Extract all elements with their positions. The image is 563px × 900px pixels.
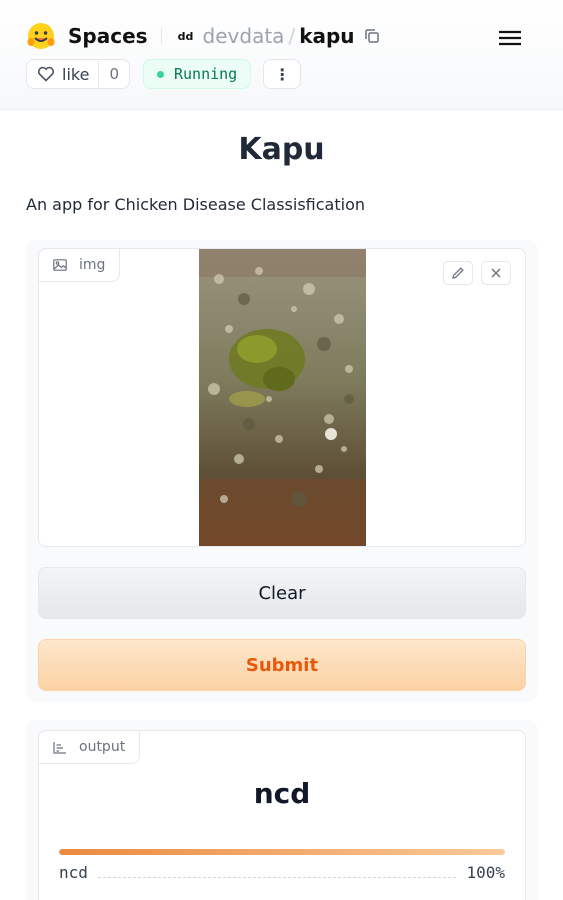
confidence-class-label: ncd [59, 863, 88, 882]
remove-image-button[interactable] [481, 261, 511, 285]
confidence-leader-dots [97, 868, 457, 878]
uploaded-chicken-droppings-image [199, 249, 366, 546]
like-group: like 0 [26, 59, 130, 89]
space-title-row: Spaces dd devdata / kapu [26, 20, 381, 52]
output-label-tag: output [39, 731, 141, 764]
close-icon [491, 268, 501, 278]
heart-icon [37, 66, 55, 82]
output-label-box: output ncd ncd 100% [38, 730, 526, 900]
spaces-link[interactable]: Spaces [68, 24, 148, 48]
org-avatar[interactable]: dd [175, 25, 197, 47]
copy-icon[interactable] [363, 27, 381, 45]
image-input[interactable]: img [38, 248, 526, 547]
like-button[interactable]: like [27, 60, 100, 88]
bar-chart-icon [53, 741, 66, 754]
status-badge[interactable]: Running [142, 59, 252, 89]
clear-button[interactable]: Clear [38, 567, 526, 619]
confidence-row[interactable]: ncd 100% [59, 863, 505, 882]
more-options-button[interactable]: ⋮ [263, 59, 302, 89]
path-separator: / [288, 24, 296, 48]
image-label: img [79, 257, 106, 273]
like-count[interactable]: 0 [99, 60, 129, 88]
space-actions-row: like 0 Running ⋮ [26, 59, 302, 89]
predicted-class: ncd [253, 777, 311, 810]
edit-image-button[interactable] [443, 261, 473, 285]
status-label: Running [173, 65, 238, 83]
image-label-tag: img [39, 249, 121, 282]
repo-link[interactable]: kapu [299, 24, 354, 48]
submit-button[interactable]: Submit [38, 639, 526, 691]
hugging-face-logo-icon[interactable] [26, 21, 56, 51]
owner-link[interactable]: devdata [203, 24, 285, 48]
confidence-bar-fill [59, 849, 505, 855]
confidence-percent: 100% [466, 863, 505, 882]
confidence-bar [59, 849, 505, 855]
like-label: like [62, 64, 90, 84]
header-divider [160, 28, 162, 44]
app-description: An app for Chicken Disease Classisficati… [26, 195, 365, 214]
status-dot-icon [156, 70, 164, 78]
output-panel: output ncd ncd 100% [26, 720, 538, 900]
space-header: Spaces dd devdata / kapu like 0 Running … [0, 0, 563, 110]
hamburger-menu-icon[interactable] [497, 28, 523, 48]
app-title: Kapu [238, 132, 325, 167]
pencil-icon [452, 267, 464, 279]
output-label: output [79, 739, 126, 755]
image-icon [53, 259, 67, 271]
input-panel: img Clear Submit [26, 240, 538, 702]
